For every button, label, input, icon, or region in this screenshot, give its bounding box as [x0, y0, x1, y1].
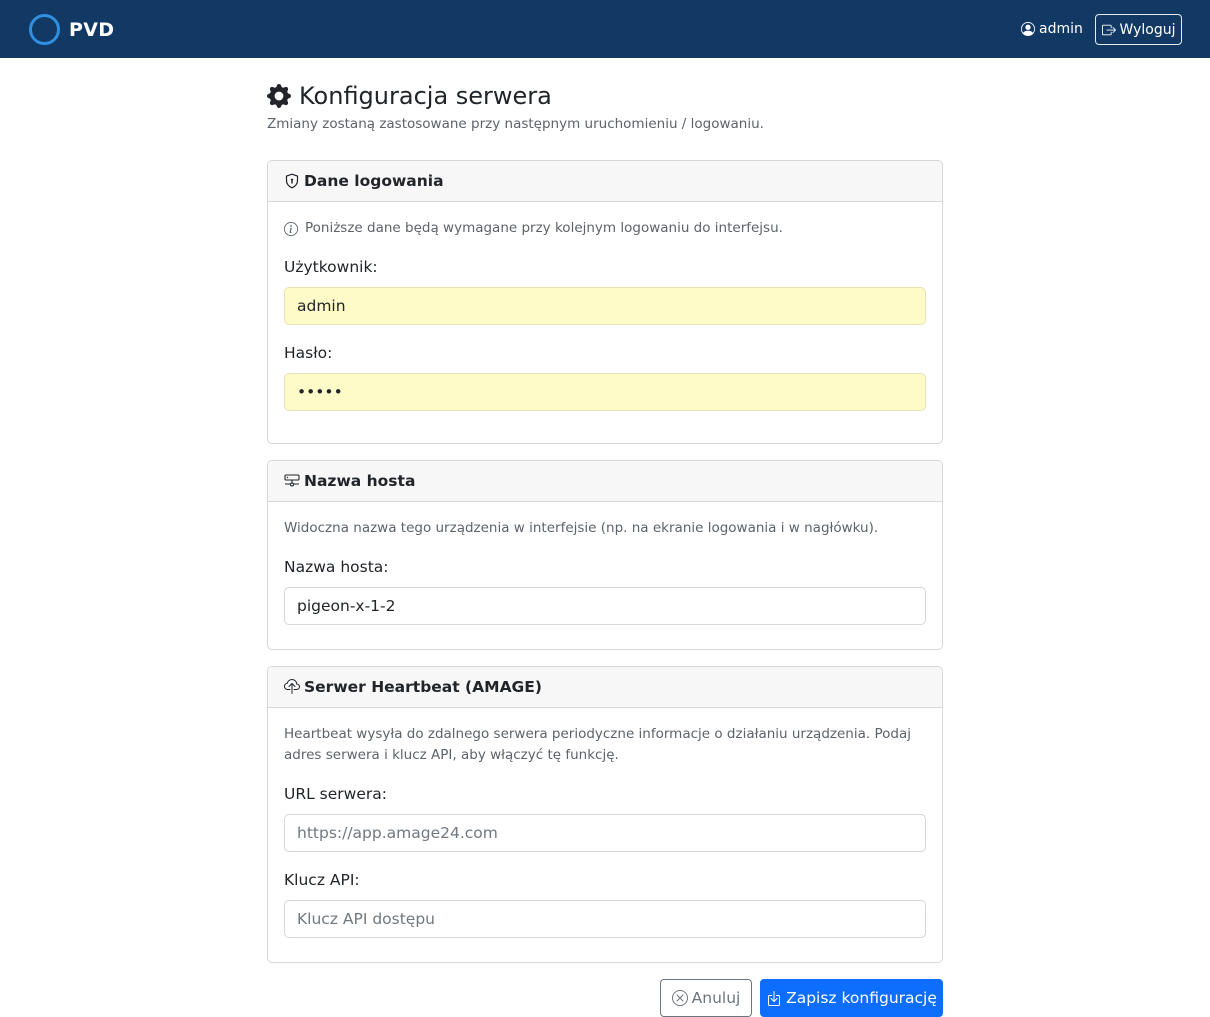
heartbeat-card-header: Serwer Heartbeat (AMAGE)	[268, 667, 942, 708]
page-subtitle: Zmiany zostaną zastosowane przy następny…	[267, 116, 764, 132]
gear-icon	[267, 84, 291, 108]
hostname-card-title: Nazwa hosta	[304, 472, 416, 490]
user-circle-icon	[1021, 22, 1035, 36]
url-label: URL serwera:	[284, 785, 387, 803]
login-card-header: Dane logowania	[268, 161, 942, 202]
save-label: Zapisz konfigurację	[786, 989, 937, 1007]
circle-logo-icon	[29, 14, 60, 45]
hostname-note: Widoczna nazwa tego urządzenia w interfe…	[284, 520, 879, 536]
top-navbar: PVD admin Wyloguj	[0, 0, 1210, 58]
brand[interactable]: PVD	[29, 14, 114, 45]
heartbeat-note: Heartbeat wysyła do zdalnego serwera per…	[284, 726, 911, 763]
brand-name: PVD	[69, 18, 115, 41]
info-circle-icon	[284, 221, 298, 236]
heartbeat-card-title: Serwer Heartbeat (AMAGE)	[304, 678, 542, 696]
username-input[interactable]	[284, 287, 926, 325]
hdd-network-icon	[284, 474, 300, 487]
cancel-label: Anuluj	[691, 989, 741, 1007]
current-user: admin	[1021, 19, 1083, 39]
page-title: Konfiguracja serwera	[267, 80, 552, 112]
login-card: Dane logowania Poniższe dane będą wymaga…	[267, 160, 943, 444]
server-url-input[interactable]	[284, 814, 926, 852]
cloud-upload-icon	[284, 679, 300, 694]
hostname-label: Nazwa hosta:	[284, 558, 389, 576]
x-circle-icon	[671, 990, 688, 1006]
heartbeat-card: Serwer Heartbeat (AMAGE) Heartbeat wysył…	[267, 666, 943, 963]
password-input[interactable]	[284, 373, 926, 411]
logout-icon	[1101, 24, 1116, 35]
hostname-card: Nazwa hosta Widoczna nazwa tego urządzen…	[267, 460, 943, 650]
api-key-label: Klucz API:	[284, 871, 360, 889]
hostname-input[interactable]	[284, 587, 926, 625]
shield-icon	[285, 173, 299, 189]
hostname-card-header: Nazwa hosta	[268, 461, 942, 502]
login-note-text: Poniższe dane będą wymagane przy kolejny…	[305, 220, 783, 236]
login-note: Poniższe dane będą wymagane przy kolejny…	[284, 218, 924, 239]
download-icon	[768, 991, 781, 1006]
cancel-button[interactable]: Anuluj	[660, 979, 752, 1017]
login-card-title: Dane logowania	[304, 172, 444, 190]
username: admin	[1039, 21, 1083, 37]
logout-label: Wyloguj	[1119, 21, 1176, 38]
logout-button[interactable]: Wyloguj	[1095, 14, 1182, 45]
api-key-input[interactable]	[284, 900, 926, 938]
save-config-button[interactable]: Zapisz konfigurację	[760, 979, 943, 1017]
page-title-text: Konfiguracja serwera	[299, 82, 552, 110]
username-label: Użytkownik:	[284, 258, 378, 276]
password-label: Hasło:	[284, 344, 333, 362]
